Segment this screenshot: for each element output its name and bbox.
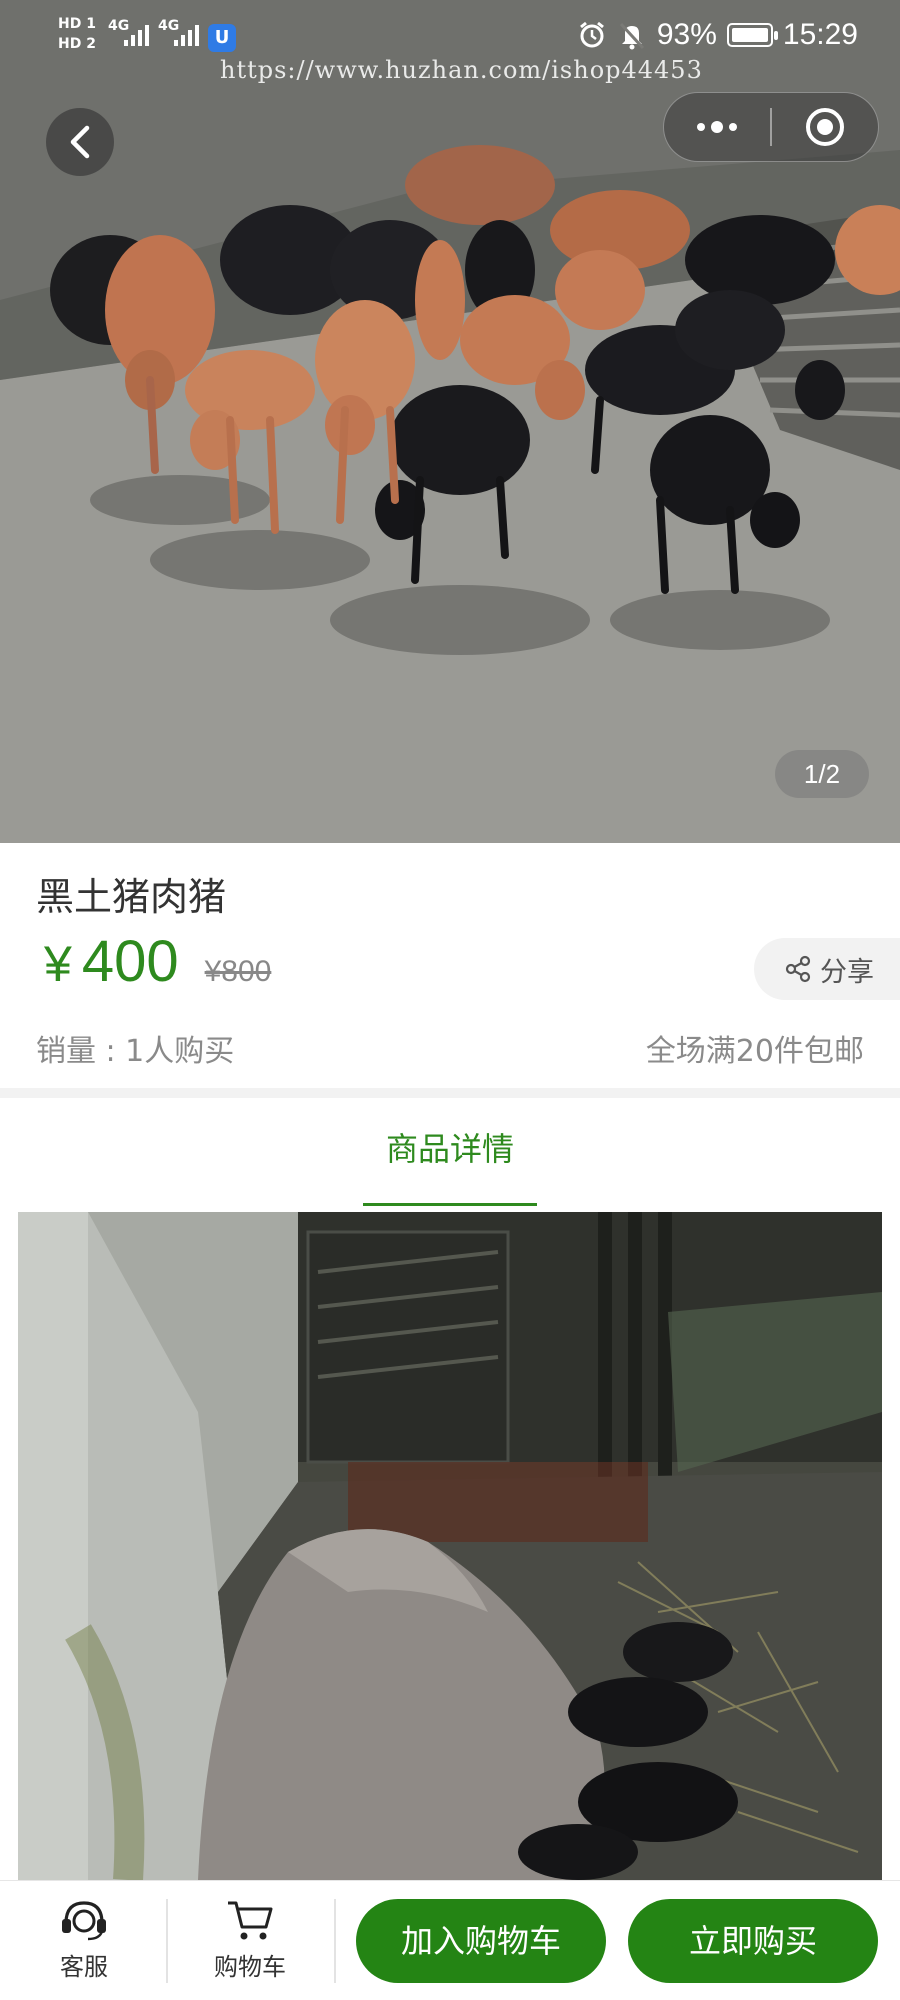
more-dots-icon (697, 121, 738, 133)
gallery-pager: 1/2 (775, 750, 869, 798)
hd-indicator: HD 1 HD 2 (58, 14, 96, 54)
price: ¥400 (44, 928, 179, 995)
share-label: 分享 (820, 956, 874, 988)
tab-product-detail[interactable]: 商品详情 (363, 1124, 537, 1170)
hd2-label: HD 2 (58, 36, 96, 52)
cart-label: 购物车 (214, 1953, 286, 1981)
customer-service-label: 客服 (60, 1953, 108, 1981)
bottom-divider-2 (334, 1899, 336, 1983)
product-image-gallery[interactable]: HD 1 HD 2 4G 4G U 93% 15:29 https://www.… (0, 0, 900, 843)
battery-icon (726, 23, 778, 47)
shipping-info: 全场满20件包邮 (645, 1034, 864, 1069)
back-button[interactable] (46, 108, 114, 176)
section-divider (0, 1088, 900, 1098)
clock: 15:29 (782, 18, 858, 51)
price-value: 400 (81, 929, 179, 994)
sow-photo (18, 1212, 882, 1880)
target-icon (805, 108, 844, 146)
customer-service-button[interactable]: 客服 (24, 1897, 144, 1982)
watermark: https://www.huzhan.com/ishop44453 (220, 56, 703, 84)
battery-percent: 93% (656, 18, 717, 51)
hd1-label: HD 1 (58, 16, 96, 32)
bottom-divider (166, 1899, 168, 1983)
share-button[interactable]: 分享 (754, 938, 900, 1000)
cart-button[interactable]: 购物车 (190, 1897, 310, 1982)
more-button[interactable] (664, 93, 770, 161)
price-row: ¥400 ¥800 (44, 928, 271, 995)
headset-icon (62, 1901, 106, 1941)
add-to-cart-button[interactable]: 加入购物车 (356, 1899, 606, 1983)
share-icon (785, 955, 811, 983)
detail-image (18, 1212, 882, 1880)
tab-active-indicator (363, 1203, 537, 1206)
close-miniprogram-button[interactable] (772, 93, 878, 161)
signal-icon (124, 25, 149, 46)
currency-symbol: ¥ (44, 936, 72, 992)
signal-icon-2 (174, 25, 199, 46)
product-title: 黑土猪肉猪 (36, 875, 227, 919)
buy-now-button[interactable]: 立即购买 (628, 1899, 878, 1983)
mute-icon (619, 22, 644, 50)
app-notification-icon: U (208, 24, 236, 52)
bottom-action-bar: 客服 购物车 加入购物车 立即购买 (0, 1880, 900, 2000)
chevron-left-icon (70, 125, 90, 159)
alarm-icon (579, 21, 604, 48)
miniprogram-capsule (663, 92, 879, 162)
cart-icon (228, 1901, 273, 1940)
sales-count: 销量 : 1人购买 (36, 1034, 235, 1069)
status-right: 93% 15:29 (577, 18, 858, 52)
original-price: ¥800 (204, 955, 272, 988)
